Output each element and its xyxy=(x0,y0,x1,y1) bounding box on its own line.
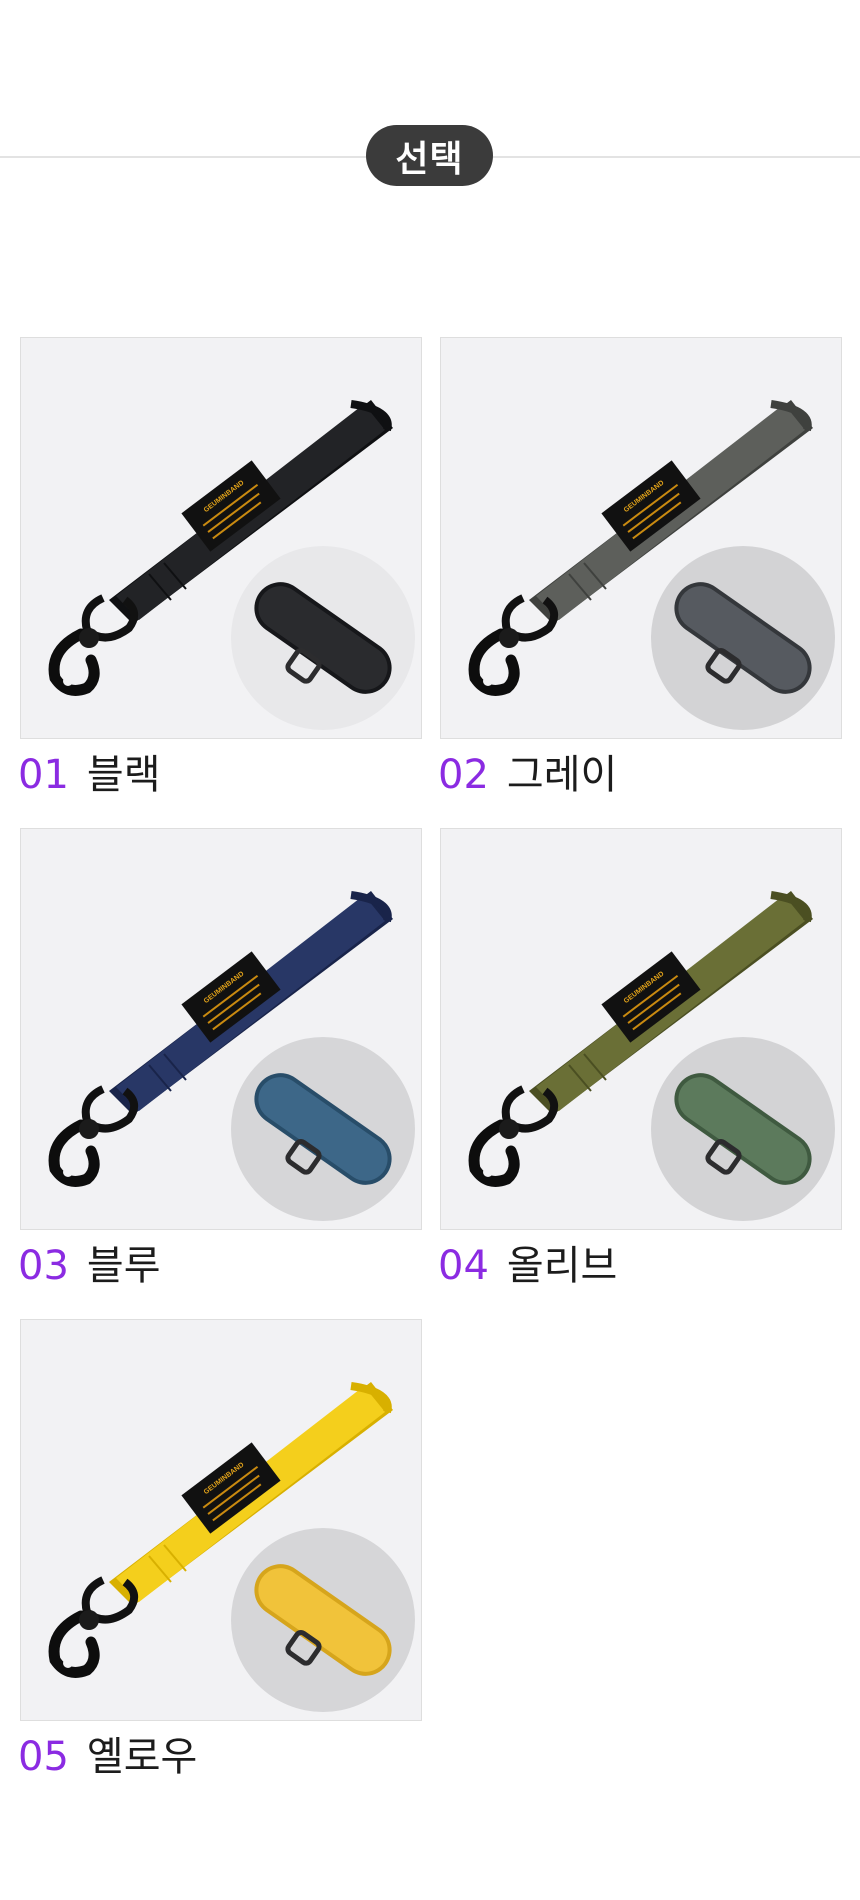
product-card-02[interactable]: GEUMINBAND xyxy=(440,337,842,739)
product-label-02[interactable]: 02 그레이 xyxy=(438,750,617,800)
product-card-04[interactable]: GEUMINBAND xyxy=(440,828,842,1230)
strap-illustration-03: GEUMINBAND xyxy=(48,891,415,1221)
strap-illustration-05: GEUMINBAND xyxy=(48,1382,415,1712)
product-name: 블랙 xyxy=(86,752,161,798)
phone-tab-inset xyxy=(231,1037,415,1221)
lobster-clasp xyxy=(468,1119,520,1187)
lobster-clasp xyxy=(48,1119,100,1187)
product-card-05[interactable]: GEUMINBAND xyxy=(20,1319,422,1721)
product-number: 04 xyxy=(438,1243,489,1289)
product-name: 그레이 xyxy=(506,752,618,798)
product-number: 03 xyxy=(18,1243,69,1289)
header-badge: 선택 xyxy=(366,125,493,186)
product-label-01[interactable]: 01 블랙 xyxy=(18,750,161,800)
lobster-clasp xyxy=(48,1610,100,1678)
strap-illustration-01: GEUMINBAND xyxy=(48,400,415,730)
phone-tab-inset xyxy=(651,546,835,730)
product-label-03[interactable]: 03 블루 xyxy=(18,1241,161,1291)
lobster-clasp xyxy=(48,628,100,696)
product-card-03[interactable]: GEUMINBAND xyxy=(20,828,422,1230)
phone-tab-inset xyxy=(231,1528,415,1712)
product-card-01[interactable]: GEUMINBAND xyxy=(20,337,422,739)
product-name: 블루 xyxy=(86,1243,161,1289)
product-name: 올리브 xyxy=(506,1243,618,1289)
phone-tab-inset xyxy=(651,1037,835,1221)
strap-illustration-04: GEUMINBAND xyxy=(468,891,835,1221)
product-label-04[interactable]: 04 올리브 xyxy=(438,1241,617,1291)
product-number: 05 xyxy=(18,1734,69,1780)
section-header: 선택 xyxy=(0,0,860,300)
product-label-05[interactable]: 05 옐로우 xyxy=(18,1732,197,1782)
strap-illustration-02: GEUMINBAND xyxy=(468,400,835,730)
phone-tab-inset xyxy=(231,546,415,730)
lobster-clasp xyxy=(468,628,520,696)
product-number: 02 xyxy=(438,752,489,798)
product-number: 01 xyxy=(18,752,69,798)
product-name: 옐로우 xyxy=(86,1734,198,1780)
